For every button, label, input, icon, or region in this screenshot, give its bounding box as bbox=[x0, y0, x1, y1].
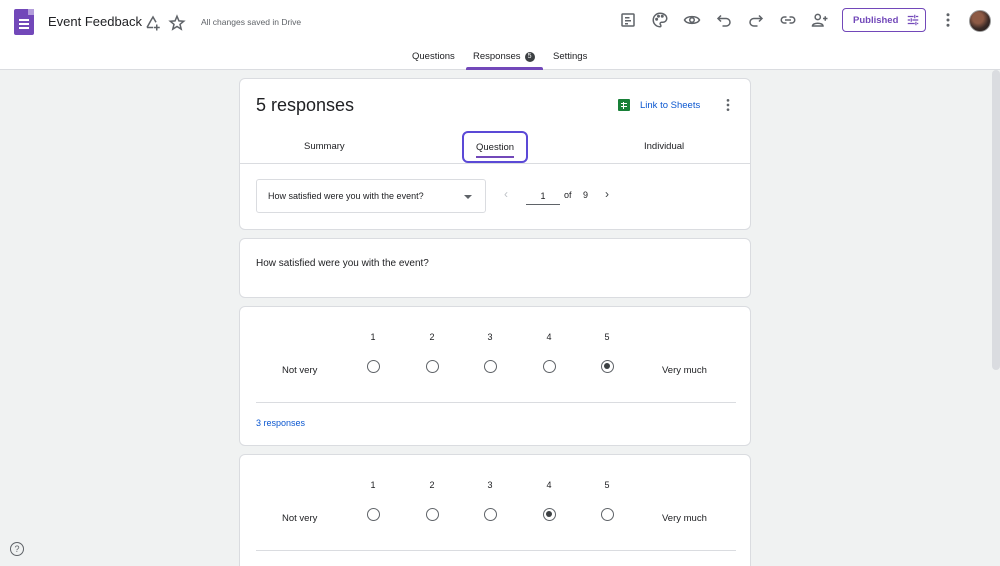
scale-low-label: Not very bbox=[282, 513, 318, 524]
scale-number: 1 bbox=[370, 332, 376, 342]
subtab-summary[interactable]: Summary bbox=[304, 141, 345, 152]
divider bbox=[256, 550, 736, 551]
responses-more-icon[interactable] bbox=[720, 97, 736, 113]
redo-icon[interactable] bbox=[745, 9, 767, 31]
scale-high-label: Very much bbox=[662, 513, 707, 524]
scale-radio bbox=[601, 508, 614, 521]
forms-app-icon[interactable] bbox=[14, 9, 34, 35]
customize-theme-icon[interactable] bbox=[617, 9, 639, 31]
tab-settings[interactable]: Settings bbox=[553, 51, 587, 62]
responses-count-title: 5 responses bbox=[256, 95, 355, 115]
scale-number: 5 bbox=[604, 332, 610, 342]
tab-responses[interactable]: Responses 5 bbox=[473, 51, 535, 62]
app-header: Event Feedback All changes saved in Driv… bbox=[0, 0, 1000, 70]
link-to-sheets-button[interactable]: Link to Sheets bbox=[618, 99, 700, 111]
dropdown-arrow-icon bbox=[464, 195, 472, 199]
scrollbar[interactable] bbox=[992, 70, 1000, 370]
sheets-icon bbox=[618, 99, 630, 111]
question-number-input[interactable]: 1 bbox=[526, 185, 560, 205]
scale-low-label: Not very bbox=[282, 365, 318, 376]
form-title[interactable]: Event Feedback bbox=[48, 14, 142, 29]
scale-radio bbox=[543, 360, 556, 373]
scale-radio-selected bbox=[601, 360, 614, 373]
undo-icon[interactable] bbox=[713, 9, 735, 31]
tab-questions[interactable]: Questions bbox=[412, 51, 455, 62]
pager-of-label: of bbox=[564, 190, 572, 200]
divider bbox=[240, 163, 750, 164]
scale-number: 2 bbox=[429, 332, 435, 342]
scale-radio bbox=[484, 508, 497, 521]
link-icon[interactable] bbox=[777, 9, 799, 31]
divider bbox=[256, 402, 736, 403]
scale-number: 1 bbox=[370, 480, 376, 490]
preview-icon[interactable] bbox=[681, 9, 703, 31]
scale-radio bbox=[484, 360, 497, 373]
scale-radio bbox=[426, 360, 439, 373]
scale-number: 4 bbox=[546, 332, 552, 342]
scale-response-card: 1 2 3 4 5 Not very Very much 3 responses bbox=[239, 306, 751, 446]
add-to-drive-icon[interactable] bbox=[142, 12, 164, 34]
scale-number: 2 bbox=[429, 480, 435, 490]
avatar[interactable] bbox=[969, 10, 991, 32]
published-button[interactable]: Published bbox=[842, 8, 926, 32]
subtab-question[interactable]: Question bbox=[462, 131, 528, 163]
question-select[interactable]: How satisfied were you with the event? bbox=[256, 179, 486, 213]
question-text: How satisfied were you with the event? bbox=[256, 258, 429, 269]
published-label: Published bbox=[853, 14, 899, 26]
add-collaborator-icon[interactable] bbox=[809, 9, 831, 31]
main-tabs: Questions Responses 5 Settings bbox=[0, 50, 1000, 70]
question-total: 9 bbox=[583, 190, 589, 200]
previous-question-icon[interactable]: ‹ bbox=[504, 187, 508, 201]
question-card: How satisfied were you with the event? bbox=[239, 238, 751, 298]
responses-count-badge: 5 bbox=[524, 52, 535, 62]
scale-radio bbox=[367, 508, 380, 521]
link-to-sheets-label: Link to Sheets bbox=[640, 99, 701, 111]
scale-number: 3 bbox=[487, 332, 493, 342]
question-select-value: How satisfied were you with the event? bbox=[268, 191, 424, 201]
subtab-individual[interactable]: Individual bbox=[644, 141, 684, 152]
help-icon[interactable]: ? bbox=[10, 542, 24, 556]
scale-radio-selected bbox=[543, 508, 556, 521]
scale-radio bbox=[367, 360, 380, 373]
more-vert-icon[interactable] bbox=[937, 9, 959, 31]
active-tab-indicator bbox=[466, 67, 543, 70]
tune-icon bbox=[908, 14, 919, 26]
scale-number: 3 bbox=[487, 480, 493, 490]
scale-number: 5 bbox=[604, 480, 610, 490]
tab-responses-label: Responses bbox=[473, 51, 521, 62]
star-icon[interactable] bbox=[166, 12, 188, 34]
scale-radio bbox=[426, 508, 439, 521]
save-status: All changes saved in Drive bbox=[201, 17, 302, 27]
responses-header-card: 5 responses Link to Sheets Summary Quest… bbox=[239, 78, 751, 230]
scale-response-card: 1 2 3 4 5 Not very Very much bbox=[239, 454, 751, 566]
scale-high-label: Very much bbox=[662, 365, 707, 376]
subtab-question-label: Question bbox=[475, 141, 515, 158]
scale-number: 4 bbox=[546, 480, 552, 490]
palette-icon[interactable] bbox=[649, 9, 671, 31]
next-question-icon[interactable]: › bbox=[605, 187, 609, 201]
responses-link[interactable]: 3 responses bbox=[256, 418, 305, 428]
